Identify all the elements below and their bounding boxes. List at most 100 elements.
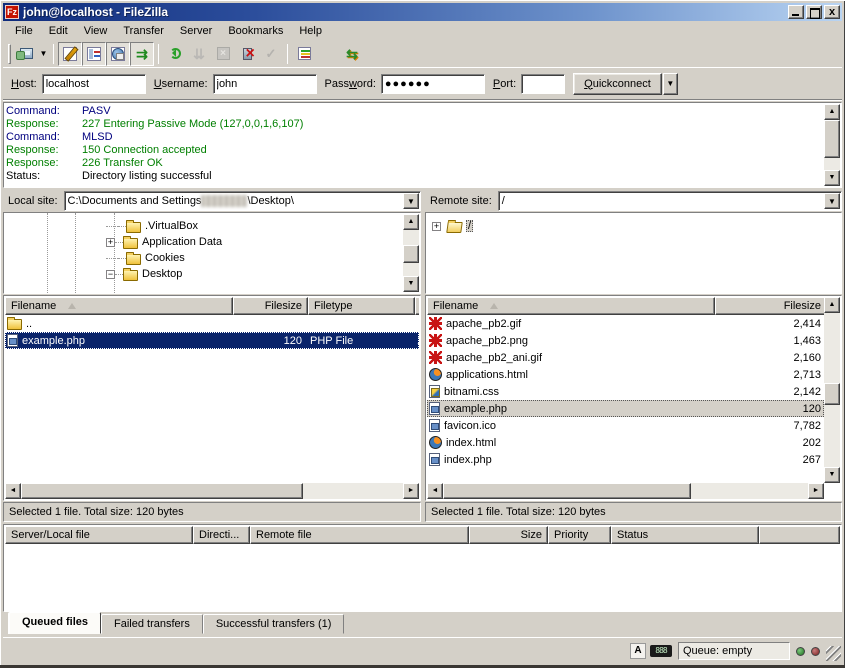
column-header-filetype[interactable]: Filetype xyxy=(308,297,415,315)
queue-column-serverlocalfile[interactable]: Server/Local file xyxy=(5,526,193,544)
resize-grip[interactable] xyxy=(826,646,841,661)
tab-failed-transfers[interactable]: Failed transfers xyxy=(101,614,203,634)
port-input[interactable] xyxy=(521,74,565,94)
toolbar-separator xyxy=(53,44,54,64)
file-row-bitnami-css[interactable]: bitnami.css2,142 xyxy=(427,383,824,400)
local-tree: .VirtualBox+Application DataCookies−Desk… xyxy=(3,212,421,294)
column-header-filename[interactable]: Filename xyxy=(427,297,715,315)
queue-column-size[interactable]: Size xyxy=(469,526,548,544)
password-input[interactable] xyxy=(381,74,485,94)
file-row--[interactable]: .. xyxy=(5,315,419,332)
scroll-right-icon[interactable]: ► xyxy=(403,483,419,499)
column-header-filename[interactable]: Filename xyxy=(5,297,233,315)
tree-item--virtualbox[interactable]: .VirtualBox xyxy=(106,218,198,234)
remote-vscroll-thumb[interactable] xyxy=(824,383,840,405)
toggle-remote-tree-button[interactable] xyxy=(106,42,130,66)
log-scroll-thumb[interactable] xyxy=(824,120,840,158)
tree-expander-icon[interactable]: + xyxy=(432,222,441,231)
queue-column-directi[interactable]: Directi... xyxy=(193,526,250,544)
toggle-transfer-queue-button[interactable]: ⇉ xyxy=(130,42,154,66)
disconnect-button[interactable] xyxy=(235,42,259,66)
maximize-button[interactable] xyxy=(806,5,822,19)
local-site-dropdown-icon[interactable]: ▼ xyxy=(403,193,419,209)
remote-vscrollbar[interactable]: ▲ ▼ xyxy=(824,297,840,483)
log-line: Response:226 Transfer OK xyxy=(6,157,823,170)
queue-column-status[interactable]: Status xyxy=(611,526,759,544)
menu-view[interactable]: View xyxy=(76,23,116,39)
local-site-combobox[interactable]: C:\Documents and Settings\Desktop\ ▼ xyxy=(64,191,421,211)
queue-column-priority[interactable]: Priority xyxy=(548,526,611,544)
site-manager-button[interactable] xyxy=(14,42,38,66)
file-row-applications-html[interactable]: applications.html2,713 xyxy=(427,366,824,383)
scroll-up-icon[interactable]: ▲ xyxy=(824,297,840,313)
local-hscrollbar[interactable]: ◄ ► xyxy=(5,483,419,499)
scroll-left-icon[interactable]: ◄ xyxy=(427,483,443,499)
scroll-up-icon[interactable]: ▲ xyxy=(824,104,840,120)
tree-item-desktop[interactable]: −Desktop xyxy=(106,266,182,282)
refresh-button[interactable] xyxy=(163,42,187,66)
close-button[interactable] xyxy=(824,5,840,19)
remote-site-combobox[interactable]: / ▼ xyxy=(498,191,842,211)
scroll-right-icon[interactable]: ► xyxy=(808,483,824,499)
local-tree-scroll-thumb[interactable] xyxy=(403,245,419,263)
log-scrollbar[interactable]: ▲ ▼ xyxy=(824,104,840,186)
menu-edit[interactable]: Edit xyxy=(41,23,76,39)
tab-successful-transfers-1-[interactable]: Successful transfers (1) xyxy=(203,614,345,634)
speed-limits-icon[interactable]: 888 xyxy=(650,645,672,657)
site-manager-dropdown-icon[interactable]: ▼ xyxy=(38,42,49,66)
minimize-button[interactable] xyxy=(788,5,804,19)
remote-file-list: FilenameFilesize apache_pb2.gif2,414apac… xyxy=(425,295,842,501)
find-files-button[interactable] xyxy=(364,42,388,66)
filter-button[interactable] xyxy=(292,42,316,66)
scroll-down-icon[interactable]: ▼ xyxy=(403,276,419,292)
file-row-index-html[interactable]: index.html202 xyxy=(427,434,824,451)
column-header-filesize[interactable]: Filesize xyxy=(715,297,824,315)
cancel-button[interactable]: × xyxy=(211,42,235,66)
remote-hscrollbar[interactable]: ◄ ► xyxy=(427,483,824,499)
menu-file[interactable]: File xyxy=(7,23,41,39)
remote-hscroll-thumb[interactable] xyxy=(443,483,691,499)
tree-expander-icon[interactable]: − xyxy=(106,270,115,279)
menu-bookmarks[interactable]: Bookmarks xyxy=(220,23,291,39)
queue-column-remotefile[interactable]: Remote file xyxy=(250,526,469,544)
scroll-up-icon[interactable]: ▲ xyxy=(403,214,419,230)
tab-queued-files[interactable]: Queued files xyxy=(9,612,101,634)
file-row-example-php[interactable]: example.php120PHP File1 xyxy=(5,332,419,349)
queue-column-filler xyxy=(759,526,840,544)
local-hscroll-thumb[interactable] xyxy=(21,483,303,499)
file-row-apache-pb2-ani-gif[interactable]: apache_pb2_ani.gif2,160 xyxy=(427,349,824,366)
log-line: Command:MLSD xyxy=(6,131,823,144)
toggle-message-log-button[interactable] xyxy=(58,42,82,66)
title-bar[interactable]: Fz john@localhost - FileZilla xyxy=(3,3,842,21)
scroll-down-icon[interactable]: ▼ xyxy=(824,467,840,483)
tree-expander-icon[interactable]: + xyxy=(106,238,115,247)
compare-directories-button[interactable] xyxy=(316,42,340,66)
quickconnect-button[interactable]: Quickconnect xyxy=(573,73,662,95)
host-input[interactable] xyxy=(42,74,146,94)
column-header-l[interactable]: L xyxy=(415,297,419,315)
synchronized-browsing-button[interactable]: ⇆ xyxy=(340,42,364,66)
scroll-down-icon[interactable]: ▼ xyxy=(824,170,840,186)
toolbar: ▼ ⇉ ⇊× ✓ ⇆ xyxy=(3,40,842,68)
local-pane-status: Selected 1 file. Total size: 120 bytes xyxy=(3,502,421,522)
remote-site-dropdown-icon[interactable]: ▼ xyxy=(824,193,840,209)
column-header-filesize[interactable]: Filesize xyxy=(233,297,308,315)
username-input[interactable] xyxy=(213,74,317,94)
scroll-left-icon[interactable]: ◄ xyxy=(5,483,21,499)
quickconnect-dropdown-icon[interactable]: ▼ xyxy=(663,73,678,95)
tree-item-cookies[interactable]: Cookies xyxy=(106,250,185,266)
file-row-apache-pb2-png[interactable]: apache_pb2.png1,463 xyxy=(427,332,824,349)
process-queue-button[interactable]: ⇊ xyxy=(187,42,211,66)
menu-help[interactable]: Help xyxy=(291,23,330,39)
reconnect-button[interactable]: ✓ xyxy=(259,42,283,66)
tree-item-application-data[interactable]: +Application Data xyxy=(106,234,222,250)
file-row-example-php[interactable]: example.php120 xyxy=(427,400,824,417)
menu-transfer[interactable]: Transfer xyxy=(115,23,172,39)
menu-server[interactable]: Server xyxy=(172,23,220,39)
toggle-local-tree-button[interactable] xyxy=(82,42,106,66)
file-row-favicon-ico[interactable]: favicon.ico7,782 xyxy=(427,417,824,434)
file-row-apache-pb2-gif[interactable]: apache_pb2.gif2,414 xyxy=(427,315,824,332)
local-tree-scrollbar[interactable]: ▲ ▼ xyxy=(403,214,419,292)
tree-item-root[interactable]: +/ xyxy=(432,218,473,234)
file-row-index-php[interactable]: index.php267 xyxy=(427,451,824,468)
